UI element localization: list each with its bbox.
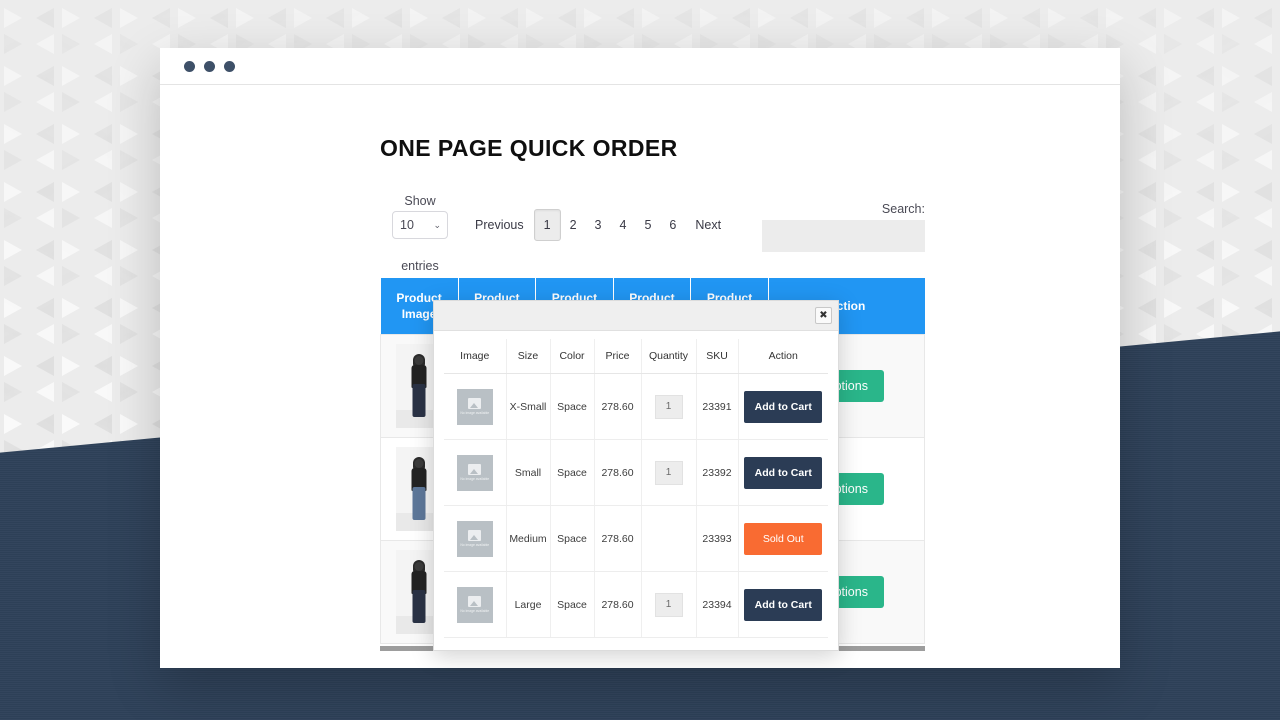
cell-sku: 23392 — [696, 440, 738, 506]
variant-row: No image available X-Small Space 278.60 … — [444, 374, 828, 440]
pagination-previous[interactable]: Previous — [465, 210, 534, 240]
pagination-page-3[interactable]: 3 — [586, 210, 611, 240]
chevron-down-icon: ⌄ — [433, 220, 441, 231]
cell-size: Medium — [506, 506, 550, 572]
add-to-cart-button[interactable]: Add to Cart — [744, 391, 822, 423]
placeholder-text: No image available — [460, 477, 489, 481]
variant-row: No image available Large Space 278.60 1 … — [444, 572, 828, 638]
cell-image: No image available — [444, 374, 506, 440]
pagination-bottom: 6 Next — [854, 665, 925, 668]
modal-body: Image Size Color Price Quantity SKU Acti… — [434, 331, 838, 650]
pagination-page-2[interactable]: 2 — [561, 210, 586, 240]
placeholder-text: No image available — [460, 543, 489, 547]
placeholder-text: No image available — [460, 609, 489, 613]
table-footer: Showing 6 Next — [380, 665, 925, 668]
cell-price: 278.60 — [594, 572, 641, 638]
cell-action: Add to Cart — [738, 440, 828, 506]
pagination-next[interactable]: Next — [685, 210, 731, 240]
cell-size: Small — [506, 440, 550, 506]
length-control: Show 10 ⌄ entries — [380, 194, 460, 273]
no-image-placeholder-icon: No image available — [457, 389, 493, 425]
sold-out-button[interactable]: Sold Out — [744, 523, 822, 555]
pagination-page-6[interactable]: 6 — [660, 210, 685, 240]
entries-length-select[interactable]: 10 ⌄ — [392, 211, 448, 239]
cell-image: No image available — [444, 440, 506, 506]
cell-sku: 23394 — [696, 572, 738, 638]
no-image-placeholder-icon: No image available — [457, 455, 493, 491]
variant-row: No image available Medium Space 278.60 2… — [444, 506, 828, 572]
close-icon[interactable]: ✖ — [815, 307, 832, 324]
pagination-page-1[interactable]: 1 — [534, 209, 561, 241]
variant-row: No image available Small Space 278.60 1 … — [444, 440, 828, 506]
cell-quantity: 1 — [641, 374, 696, 440]
window-dot-close[interactable] — [184, 61, 195, 72]
add-to-cart-button[interactable]: Add to Cart — [744, 457, 822, 489]
length-value: 10 — [400, 218, 414, 232]
page-title: ONE PAGE QUICK ORDER — [380, 135, 925, 162]
pagination-bottom-next[interactable]: Next — [879, 665, 925, 668]
cell-action: Add to Cart — [738, 572, 828, 638]
column-action: Action — [738, 339, 828, 374]
show-label: Show — [380, 194, 460, 208]
cell-size: Large — [506, 572, 550, 638]
cell-sku: 23391 — [696, 374, 738, 440]
add-to-cart-button[interactable]: Add to Cart — [744, 589, 822, 621]
cell-action: Sold Out — [738, 506, 828, 572]
column-color: Color — [550, 339, 594, 374]
cell-price: 278.60 — [594, 506, 641, 572]
cell-image: No image available — [444, 572, 506, 638]
column-size: Size — [506, 339, 550, 374]
cell-color: Space — [550, 572, 594, 638]
window-dot-minimize[interactable] — [204, 61, 215, 72]
cell-quantity — [641, 506, 696, 572]
placeholder-text: No image available — [460, 411, 489, 415]
no-image-placeholder-icon: No image available — [457, 587, 493, 623]
variants-header-row: Image Size Color Price Quantity SKU Acti… — [444, 339, 828, 374]
cell-image: No image available — [444, 506, 506, 572]
column-image: Image — [444, 339, 506, 374]
quantity-input[interactable]: 1 — [655, 593, 683, 617]
cell-price: 278.60 — [594, 374, 641, 440]
cell-color: Space — [550, 374, 594, 440]
pagination-page-4[interactable]: 4 — [611, 210, 636, 240]
window-dot-maximize[interactable] — [224, 61, 235, 72]
table-controls: Show 10 ⌄ entries Previous 1 2 3 4 5 6 N… — [380, 194, 925, 278]
cell-color: Space — [550, 506, 594, 572]
cell-action: Add to Cart — [738, 374, 828, 440]
cell-quantity: 1 — [641, 440, 696, 506]
search-input[interactable] — [762, 220, 925, 252]
search-label: Search: — [760, 202, 925, 216]
pagination-top: Previous 1 2 3 4 5 6 Next — [465, 209, 731, 241]
cell-size: X-Small — [506, 374, 550, 440]
search-control: Search: — [760, 202, 925, 252]
cell-sku: 23393 — [696, 506, 738, 572]
cell-price: 278.60 — [594, 440, 641, 506]
entries-label: entries — [380, 259, 460, 273]
cell-quantity: 1 — [641, 572, 696, 638]
modal-header: ✖ — [434, 301, 838, 331]
quantity-input[interactable]: 1 — [655, 395, 683, 419]
no-image-placeholder-icon: No image available — [457, 521, 493, 557]
product-options-modal: ✖ Image Size Color Price Quantity SKU Ac… — [433, 300, 839, 651]
cell-color: Space — [550, 440, 594, 506]
quantity-input[interactable]: 1 — [655, 461, 683, 485]
pagination-page-5[interactable]: 5 — [635, 210, 660, 240]
pagination-bottom-page-6[interactable]: 6 — [854, 665, 879, 668]
column-sku: SKU — [696, 339, 738, 374]
column-price: Price — [594, 339, 641, 374]
column-quantity: Quantity — [641, 339, 696, 374]
window-titlebar — [160, 48, 1120, 85]
variants-table: Image Size Color Price Quantity SKU Acti… — [444, 339, 828, 638]
